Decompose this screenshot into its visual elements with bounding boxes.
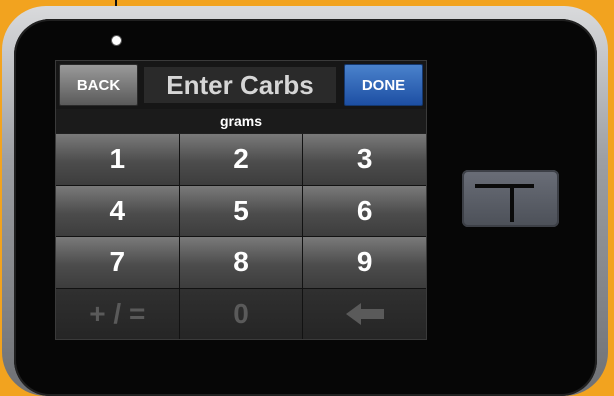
unit-label: grams [56,109,426,133]
key-4[interactable]: 4 [56,185,179,236]
touch-screen: BACK Enter Carbs DONE grams 1 2 3 4 5 6 … [55,60,427,340]
key-5[interactable]: 5 [179,185,303,236]
t-logo-button[interactable] [462,170,559,227]
top-bar: BACK Enter Carbs DONE [56,61,426,109]
key-plus-equals[interactable]: + / = [56,288,179,339]
left-arrow-icon [345,302,384,325]
key-6[interactable]: 6 [303,185,426,236]
key-7[interactable]: 7 [56,237,179,288]
key-0[interactable]: 0 [179,288,303,339]
key-9[interactable]: 9 [303,237,426,288]
callout-dot [111,35,122,46]
number-keypad: 1 2 3 4 5 6 7 8 9 + / = 0 [56,134,426,339]
back-button[interactable]: BACK [59,64,138,106]
done-button[interactable]: DONE [344,64,423,106]
page-title: Enter Carbs [144,67,336,103]
t-logo-icon [475,184,534,188]
key-1[interactable]: 1 [56,134,179,185]
key-3[interactable]: 3 [303,134,426,185]
key-2[interactable]: 2 [179,134,303,185]
key-8[interactable]: 8 [179,237,303,288]
backspace-button[interactable] [303,288,426,339]
